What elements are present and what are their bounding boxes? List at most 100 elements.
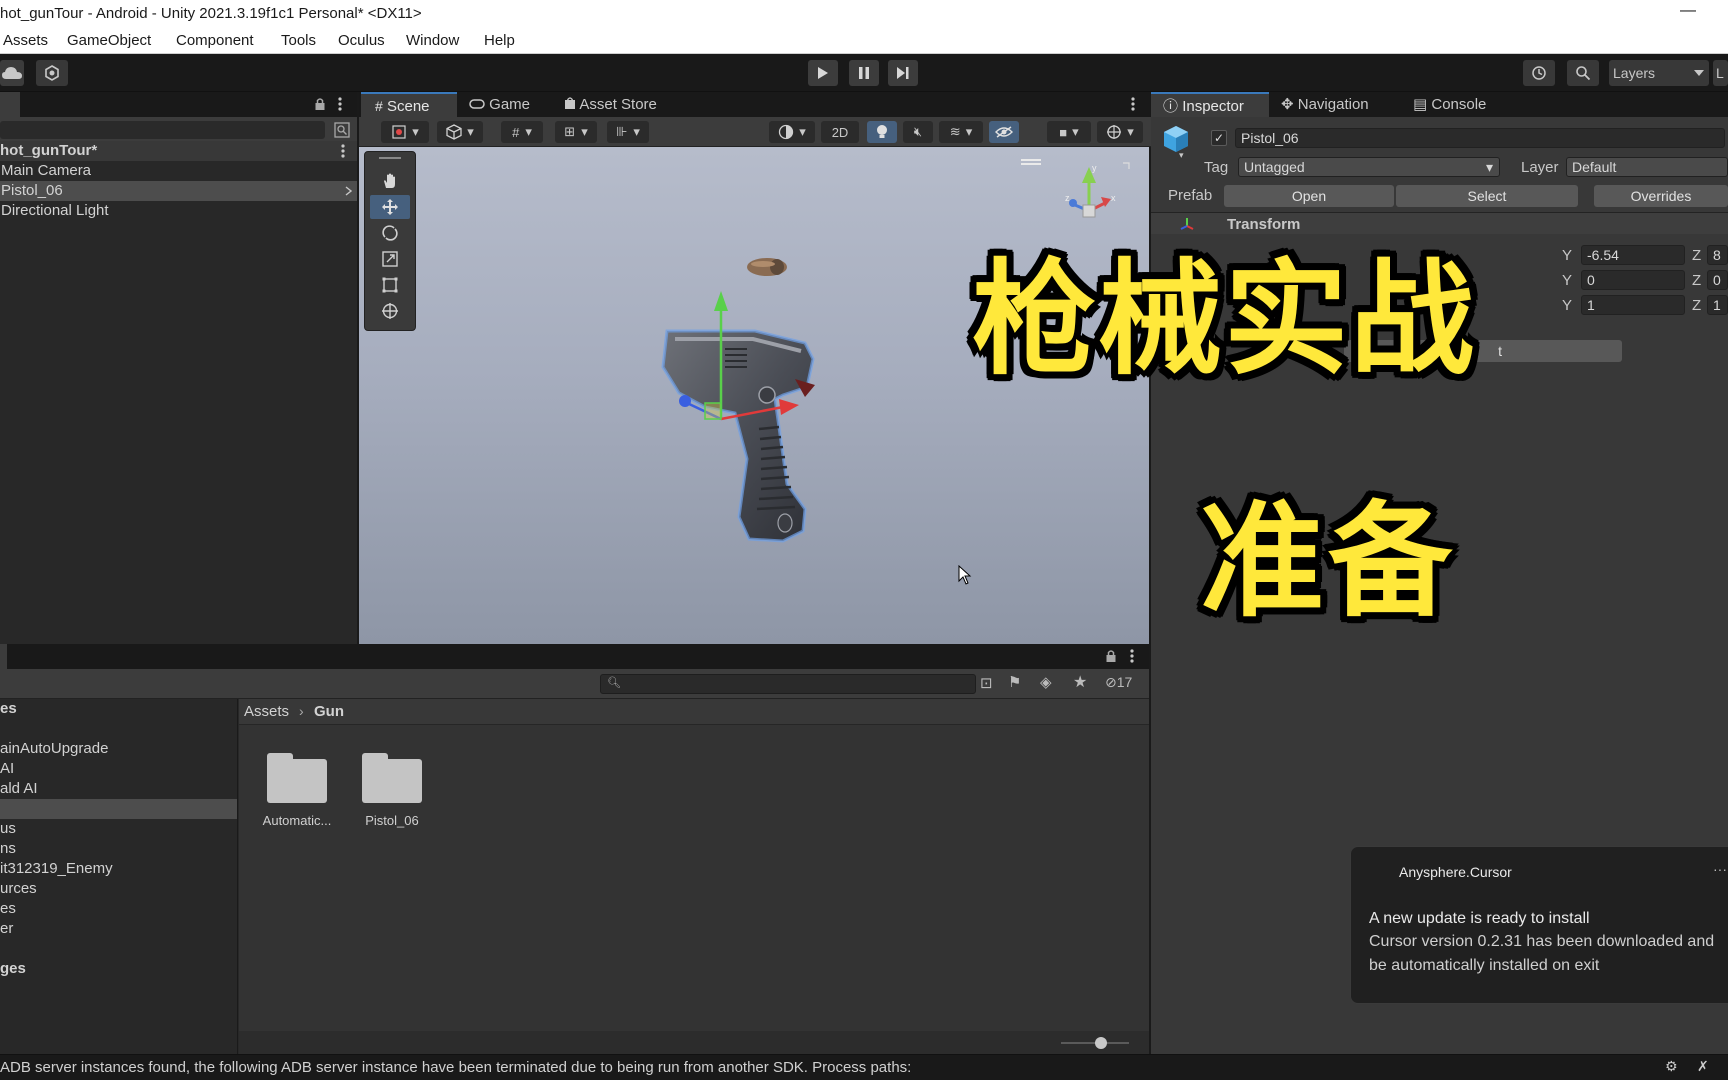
lock-icon[interactable] [1105, 649, 1117, 663]
hierarchy-item[interactable]: Directional Light [0, 201, 357, 221]
build-status-icon[interactable]: ⚙ [1665, 1058, 1678, 1075]
debug-off-icon[interactable]: ✗ [1697, 1058, 1709, 1075]
visibility-toggle[interactable] [989, 121, 1019, 143]
tree-item[interactable]: es [0, 699, 237, 719]
prefab-open-button[interactable]: Open [1224, 185, 1394, 207]
hierarchy-item[interactable]: Main Camera [0, 161, 357, 181]
menu-assets[interactable]: Assets [3, 32, 48, 49]
icon-size-slider-thumb[interactable] [1095, 1037, 1107, 1049]
tree-item[interactable] [0, 939, 237, 959]
tree-item-selected[interactable] [0, 799, 237, 819]
prefab-select-button[interactable]: Select [1396, 185, 1578, 207]
scale-z-field[interactable]: 1 [1707, 295, 1728, 315]
toggle-2d-button[interactable]: 2D [821, 121, 859, 143]
layers-dropdown[interactable]: Layers [1609, 60, 1709, 86]
prefab-overrides-dropdown[interactable]: Overrides [1594, 185, 1728, 207]
rect-tool-button[interactable] [370, 273, 410, 297]
history-button[interactable] [1523, 60, 1555, 86]
kebab-menu-icon[interactable] [338, 97, 342, 111]
hand-tool-button[interactable] [370, 169, 410, 193]
palette-drag-handle[interactable] [379, 157, 401, 159]
tree-item[interactable]: urces [0, 879, 237, 899]
lock-icon[interactable] [314, 97, 326, 111]
minimize-button[interactable]: — [1680, 2, 1696, 20]
layout-dropdown[interactable]: L [1713, 60, 1728, 86]
search-by-type-icon[interactable]: ⊡ [980, 674, 993, 692]
tab-asset-store[interactable]: Asset Store [564, 92, 657, 117]
hierarchy-tab[interactable] [0, 92, 20, 117]
tree-item[interactable] [0, 719, 237, 739]
rotation-y-field[interactable]: 0 [1581, 270, 1685, 290]
menu-window[interactable]: Window [406, 32, 459, 49]
tree-item[interactable]: ainAutoUpgrade [0, 739, 237, 759]
menu-gameobject[interactable]: GameObject [67, 32, 151, 49]
effects-dropdown[interactable]: ≋ ▾ [939, 121, 983, 143]
hidden-packages-toggle[interactable]: ⊘17 [1105, 674, 1132, 691]
ruler-dropdown[interactable]: ⊪ ▾ [607, 121, 649, 143]
hierarchy-item-selected[interactable]: Pistol_06 [0, 181, 357, 201]
tab-console[interactable]: ▤ Console [1413, 92, 1486, 117]
tree-item[interactable]: ns [0, 839, 237, 859]
active-checkbox[interactable]: ✓ [1211, 130, 1227, 146]
menu-help[interactable]: Help [484, 32, 515, 49]
cloud-button[interactable] [0, 60, 24, 86]
pivot-dropdown[interactable]: ▾ [437, 121, 483, 143]
update-notification[interactable]: Anysphere.Cursor ··· A new update is rea… [1350, 846, 1728, 1004]
notification-more-icon[interactable]: ··· [1713, 861, 1727, 877]
tool-handle-dropdown[interactable]: ▾ [381, 121, 429, 143]
filter-type-icon[interactable]: ⚑ [1008, 673, 1021, 691]
camera-dropdown[interactable]: ■ ▾ [1047, 121, 1091, 143]
tree-item[interactable]: er [0, 919, 237, 939]
project-search-input[interactable]: 🔍︎ [600, 674, 976, 694]
tab-inspector[interactable]: ⓘ Inspector [1151, 92, 1269, 117]
layer-dropdown[interactable]: Default [1566, 157, 1728, 177]
tree-item[interactable]: it312319_Enemy [0, 859, 237, 879]
rotation-z-field[interactable]: 0 [1707, 270, 1728, 290]
increment-snap-dropdown[interactable]: ⊞ ▾ [555, 121, 597, 143]
bullet-model[interactable] [745, 255, 789, 279]
play-button[interactable] [808, 60, 838, 86]
favorite-star-icon[interactable]: ★ [1073, 672, 1087, 692]
position-z-field[interactable]: 8 [1707, 245, 1728, 265]
grid-snap-dropdown[interactable]: # ▾ [501, 121, 543, 143]
project-tab[interactable] [0, 644, 7, 669]
kebab-menu-icon[interactable] [1130, 649, 1134, 663]
menu-tools[interactable]: Tools [281, 32, 316, 49]
search-by-type-icon[interactable] [334, 122, 350, 138]
tab-navigation[interactable]: ✥ Navigation [1281, 92, 1369, 117]
breadcrumb-assets[interactable]: Assets [244, 703, 289, 720]
breadcrumb-gun[interactable]: Gun [314, 703, 344, 720]
step-button[interactable] [888, 60, 918, 86]
folder-item[interactable]: Automatic... [252, 753, 342, 828]
tag-dropdown[interactable]: Untagged ▾ [1238, 157, 1500, 177]
scale-tool-button[interactable] [370, 247, 410, 271]
scene-kebab-icon[interactable] [1131, 97, 1135, 111]
shading-mode-dropdown[interactable]: ▾ [769, 121, 815, 143]
label-tag-icon[interactable]: ◈ [1040, 673, 1052, 691]
object-name-field[interactable]: Pistol_06 [1235, 128, 1725, 148]
pause-button[interactable] [849, 60, 879, 86]
tab-game[interactable]: Game [469, 92, 530, 117]
position-y-field[interactable]: -6.54 [1581, 245, 1685, 265]
chevron-right-icon[interactable] [345, 186, 352, 196]
rotate-tool-button[interactable] [370, 221, 410, 245]
gizmo-menu-handle[interactable] [1021, 159, 1041, 161]
console-last-message[interactable]: ADB server instances found, the followin… [0, 1059, 911, 1076]
transform-handles[interactable] [665, 277, 805, 437]
folder-item[interactable]: Pistol_06 [347, 753, 437, 828]
collab-button[interactable] [36, 60, 68, 86]
scene-menu-icon[interactable] [341, 144, 345, 158]
menu-oculus[interactable]: Oculus [338, 32, 385, 49]
lighting-toggle[interactable] [867, 121, 897, 143]
gizmos-dropdown[interactable]: ▾ [1097, 121, 1143, 143]
hierarchy-scene-row[interactable]: hot_gunTour* [0, 141, 357, 161]
move-tool-button[interactable] [370, 195, 410, 219]
tree-item[interactable]: AI [0, 759, 237, 779]
scale-y-field[interactable]: 1 [1581, 295, 1685, 315]
audio-toggle[interactable]: 🔇︎ [903, 121, 933, 143]
hierarchy-search-input[interactable] [0, 121, 325, 139]
transform-tool-button[interactable] [370, 299, 410, 323]
tree-item[interactable]: ald AI [0, 779, 237, 799]
menu-component[interactable]: Component [176, 32, 254, 49]
tree-item[interactable]: us [0, 819, 237, 839]
